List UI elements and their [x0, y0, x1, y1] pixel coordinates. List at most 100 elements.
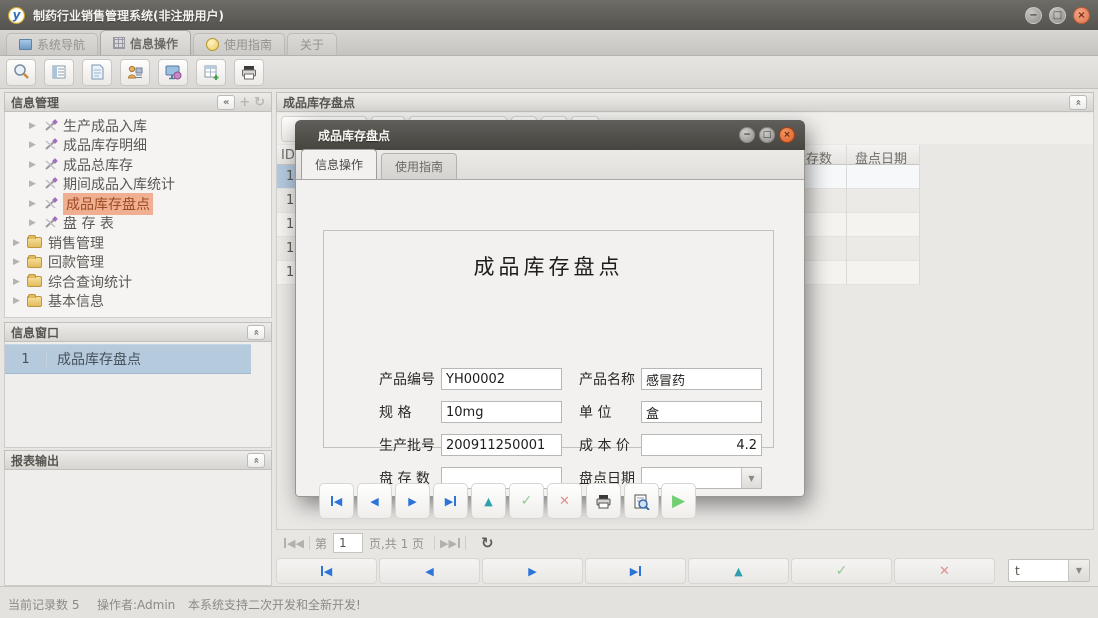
search-button[interactable]	[6, 59, 36, 86]
monitor-icon	[19, 39, 32, 50]
page-prev-icon[interactable]	[295, 538, 303, 549]
data-list-button[interactable]	[44, 59, 74, 86]
expander-icon[interactable]: ▶	[29, 199, 43, 209]
tree-item-selected[interactable]: ▶ 成品库存盘点	[5, 194, 271, 214]
dialog-tabbar: 信息操作 使用指南	[296, 150, 804, 180]
record-prev-button[interactable]	[379, 558, 480, 584]
monitor-globe-button[interactable]	[158, 59, 188, 86]
product-name-input[interactable]	[641, 368, 762, 390]
nav-first-button[interactable]	[319, 483, 354, 519]
close-button[interactable]: ×	[1073, 7, 1090, 24]
unit-input[interactable]	[641, 401, 762, 423]
expander-icon[interactable]: ▶	[13, 238, 27, 248]
divider	[434, 536, 435, 550]
tree-folder[interactable]: ▶ 综合查询统计	[5, 272, 271, 292]
record-up-button[interactable]	[688, 558, 789, 584]
maximize-button[interactable]: □	[1049, 7, 1066, 24]
page-prefix: 第	[315, 535, 327, 552]
dialog-minimize-button[interactable]: −	[739, 127, 755, 143]
prev-icon	[370, 496, 378, 507]
dialog-tab-info-ops[interactable]: 信息操作	[301, 149, 377, 179]
collapse-up-icon[interactable]: «	[247, 325, 265, 340]
search-icon	[12, 63, 30, 81]
print-preview-button[interactable]	[624, 483, 659, 519]
tree-folder[interactable]: ▶ 回款管理	[5, 253, 271, 273]
tree-item[interactable]: ▶ 盘 存 表	[5, 214, 271, 234]
collapse-up-icon[interactable]: «	[1069, 95, 1087, 110]
expander-icon[interactable]: ▶	[29, 121, 43, 131]
record-last-button[interactable]	[585, 558, 686, 584]
print-button[interactable]	[586, 483, 621, 519]
data-list-icon	[50, 63, 68, 81]
info-management-header: 信息管理 « + ↻	[4, 92, 272, 112]
nav-prev-button[interactable]	[357, 483, 392, 519]
last-icon	[630, 566, 641, 577]
batch-no-input[interactable]	[441, 434, 562, 456]
collapse-up-icon[interactable]: «	[247, 453, 265, 468]
cancel-button[interactable]	[547, 483, 582, 519]
expander-icon[interactable]: ▶	[29, 140, 43, 150]
collapse-left-icon[interactable]: «	[217, 95, 235, 110]
dialog-maximize-button[interactable]: □	[759, 127, 775, 143]
document-button[interactable]	[82, 59, 112, 86]
cost-price-input[interactable]	[641, 434, 762, 456]
page-number-input[interactable]	[333, 533, 363, 553]
chevron-down-icon[interactable]: ▼	[1068, 560, 1089, 581]
tree-item[interactable]: ▶ 生产成品入库	[5, 116, 271, 136]
printer-button[interactable]	[234, 59, 264, 86]
monitor-globe-icon	[164, 63, 182, 81]
tools-icon	[43, 177, 59, 191]
record-confirm-button[interactable]	[791, 558, 892, 584]
product-code-input[interactable]	[441, 368, 562, 390]
confirm-button[interactable]	[509, 483, 544, 519]
tree-folder[interactable]: ▶ 基本信息	[5, 292, 271, 312]
field-product-code: 产品编号	[379, 368, 562, 390]
expander-icon[interactable]: ▶	[13, 277, 27, 287]
nav-last-button[interactable]	[433, 483, 468, 519]
row-label: 成品库存盘点	[47, 349, 141, 369]
page-last-icon[interactable]	[449, 538, 460, 549]
record-combo[interactable]: t ▼	[1008, 559, 1090, 582]
main-panel-header: 成品库存盘点 «	[276, 92, 1094, 112]
up-icon	[734, 566, 742, 577]
expander-icon[interactable]: ▶	[13, 296, 27, 306]
record-cancel-button[interactable]	[894, 558, 995, 584]
dialog-tab-user-guide[interactable]: 使用指南	[381, 153, 457, 179]
tree-item[interactable]: ▶ 成品总库存	[5, 155, 271, 175]
expander-icon[interactable]: ▶	[13, 257, 27, 267]
minimize-button[interactable]: −	[1025, 7, 1042, 24]
dialog-close-button[interactable]: ×	[779, 127, 795, 143]
tree-folder[interactable]: ▶ 销售管理	[5, 233, 271, 253]
nav-next-button[interactable]	[395, 483, 430, 519]
col-header-id[interactable]: ID	[281, 148, 295, 163]
tab-about[interactable]: 关于	[287, 33, 337, 55]
page-first-icon[interactable]	[284, 538, 295, 549]
grid-column-divider	[919, 145, 920, 285]
tab-info-ops[interactable]: 信息操作	[100, 30, 191, 55]
expander-icon[interactable]: ▶	[29, 160, 43, 170]
tree-item[interactable]: ▶ 成品库存明细	[5, 136, 271, 156]
tools-icon	[43, 158, 59, 172]
record-next-button[interactable]	[482, 558, 583, 584]
run-button[interactable]	[661, 483, 696, 519]
refresh-icon[interactable]: ↻	[481, 534, 494, 552]
record-nav-bar: t ▼	[276, 558, 1094, 586]
field-spec: 规 格	[379, 401, 562, 423]
expander-icon[interactable]: ▶	[29, 218, 43, 228]
expander-icon[interactable]: ▶	[29, 179, 43, 189]
add-icon[interactable]: +	[239, 95, 250, 110]
spec-input[interactable]	[441, 401, 562, 423]
up-button[interactable]	[471, 483, 506, 519]
tab-user-guide[interactable]: 使用指南	[193, 33, 285, 55]
record-first-button[interactable]	[276, 558, 377, 584]
tree-item[interactable]: ▶ 期间成品入库统计	[5, 175, 271, 195]
info-window-row-selected[interactable]: 1 成品库存盘点	[5, 344, 251, 374]
tab-system-nav[interactable]: 系统导航	[6, 33, 98, 55]
folder-icon	[27, 257, 42, 268]
refresh-icon[interactable]: ↻	[254, 95, 265, 110]
customer-button[interactable]	[120, 59, 150, 86]
chevron-down-icon[interactable]: ▼	[741, 468, 761, 488]
divider	[465, 536, 466, 550]
page-next-icon[interactable]	[440, 538, 448, 549]
table-add-button[interactable]	[196, 59, 226, 86]
